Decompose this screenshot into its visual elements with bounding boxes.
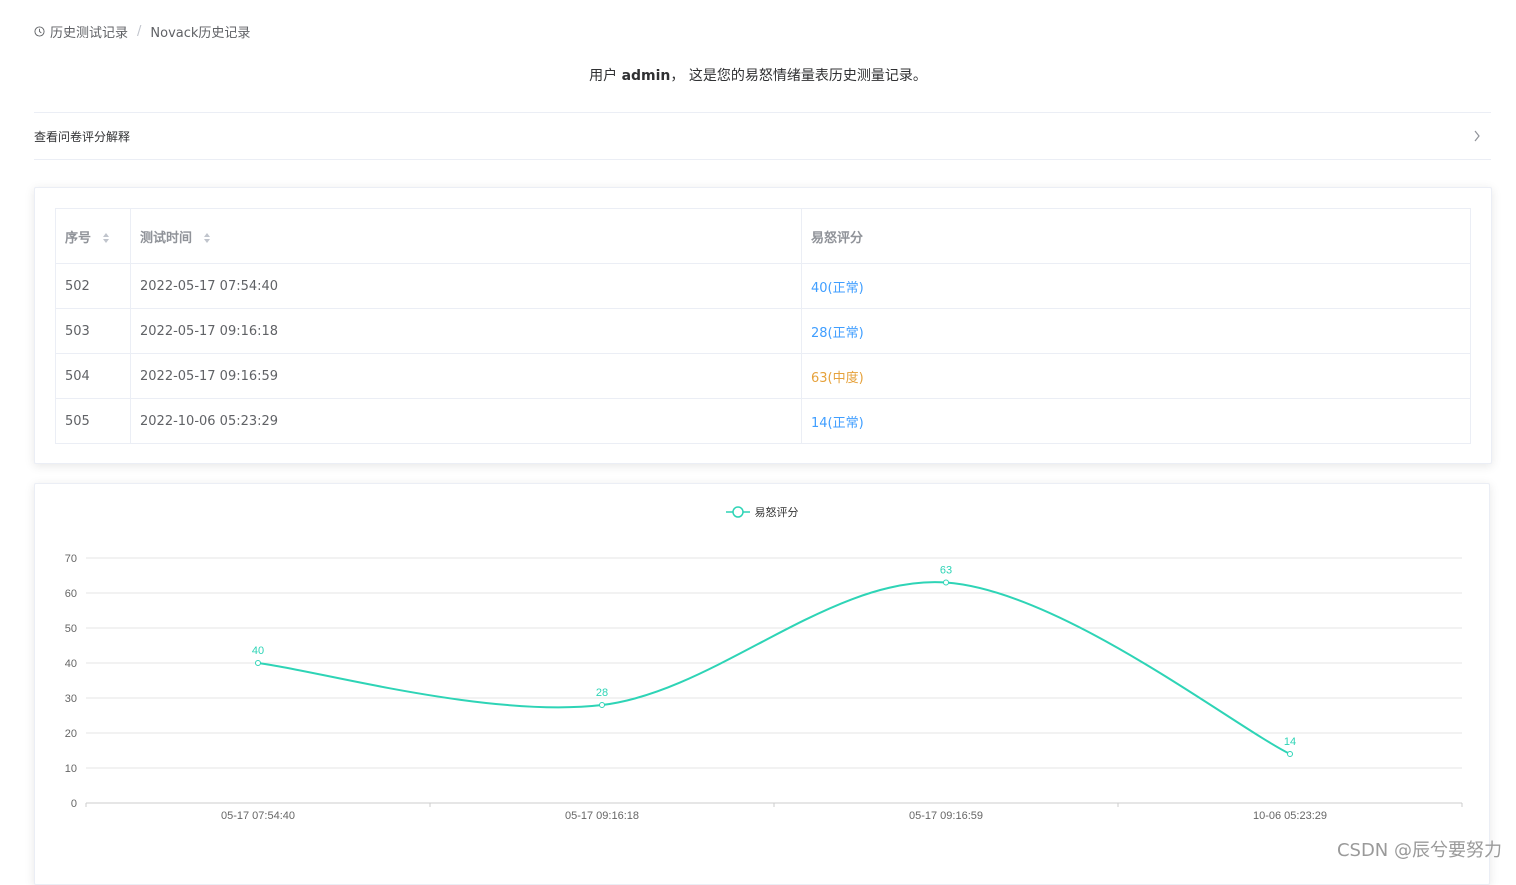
data-label: 63 xyxy=(940,565,952,577)
cell-id: 504 xyxy=(55,353,131,399)
breadcrumb-item-history[interactable]: 历史测试记录 xyxy=(50,22,128,41)
y-tick-label: 70 xyxy=(65,553,77,565)
y-tick-label: 30 xyxy=(65,693,77,705)
y-tick-label: 20 xyxy=(65,728,77,740)
series-line xyxy=(257,581,1291,755)
table-row: 505 2022-10-06 05:23:29 14(正常) xyxy=(55,398,1471,444)
watermark: CSDN @辰兮要努力 xyxy=(1336,840,1502,861)
cell-id: 502 xyxy=(55,263,131,309)
x-tick-label: 05-17 07:54:40 xyxy=(221,810,295,822)
x-tick-label: 10-06 05:23:29 xyxy=(1253,810,1327,822)
column-header-time-label: 测试时间 xyxy=(140,230,193,246)
cell-time: 2022-10-06 05:23:29 xyxy=(130,398,802,444)
intro-text: 用户 admin， 这是您的易怒情绪量表历史测量记录。 xyxy=(0,65,1516,85)
data-point xyxy=(1287,751,1293,757)
breadcrumb-separator: / xyxy=(137,23,142,39)
cell-time: 2022-05-17 07:54:40 xyxy=(130,263,802,309)
y-tick-label: 40 xyxy=(65,658,77,670)
y-tick-label: 0 xyxy=(71,798,77,810)
table-row: 503 2022-05-17 09:16:18 28(正常) xyxy=(55,308,1471,354)
breadcrumb-item-current: Novack历史记录 xyxy=(150,25,251,41)
column-header-time[interactable]: 测试时间 xyxy=(130,208,802,264)
intro-username: admin xyxy=(621,68,671,84)
column-header-id-label: 序号 xyxy=(65,230,92,246)
cell-score: 14(正常) xyxy=(801,398,1471,444)
y-tick-label: 10 xyxy=(65,763,77,775)
breadcrumb: 历史测试记录 / Novack历史记录 xyxy=(34,22,251,41)
cell-id: 505 xyxy=(55,398,131,444)
column-header-id[interactable]: 序号 xyxy=(55,208,131,264)
cell-score: 28(正常) xyxy=(801,308,1471,354)
data-label: 40 xyxy=(252,645,264,657)
x-tick-label: 05-17 09:16:18 xyxy=(565,810,639,822)
intro-prefix: 用户 xyxy=(589,68,618,84)
column-header-score: 易怒评分 xyxy=(801,208,1471,264)
data-label: 14 xyxy=(1284,736,1296,748)
cell-score: 40(正常) xyxy=(801,263,1471,309)
collapse-title: 查看问卷评分解释 xyxy=(34,129,131,144)
y-tick-label: 60 xyxy=(65,588,77,600)
cell-time: 2022-05-17 09:16:18 xyxy=(130,308,802,354)
cell-id: 503 xyxy=(55,308,131,354)
data-label: 28 xyxy=(596,687,608,699)
data-point xyxy=(943,579,949,586)
line-chart: 0 10 20 30 40 50 60 70 05-17 07:54:40 05-17 09:16… xyxy=(65,553,1463,822)
score-chart-card: 易怒评分 0 10 20 30 40 50 60 70 05-17 07:54:40 05-17 … xyxy=(34,483,1490,885)
clock-icon xyxy=(34,25,45,37)
cell-score: 63(中度) xyxy=(801,353,1471,399)
score-explanation-collapse[interactable]: 查看问卷评分解释 xyxy=(34,112,1491,160)
intro-suffix: ， 这是您的易怒情绪量表历史测量记录。 xyxy=(670,68,927,84)
cell-time: 2022-05-17 09:16:59 xyxy=(130,353,802,399)
data-point xyxy=(599,702,605,708)
history-table: 序号 测试时间 易怒评分 502 2022-05-17 07:54:40 40(… xyxy=(55,208,1471,444)
table-row: 502 2022-05-17 07:54:40 40(正常) xyxy=(55,263,1471,309)
y-tick-label: 50 xyxy=(65,623,77,635)
x-tick-label: 05-17 09:16:59 xyxy=(909,810,983,822)
sort-icon[interactable] xyxy=(203,232,211,244)
table-row: 504 2022-05-17 09:16:59 63(中度) xyxy=(55,353,1471,399)
table-header-row: 序号 测试时间 易怒评分 xyxy=(55,208,1471,264)
chevron-right-icon xyxy=(1474,130,1480,142)
data-point xyxy=(255,660,261,666)
history-table-card: 序号 测试时间 易怒评分 502 2022-05-17 07:54:40 40(… xyxy=(34,187,1492,464)
sort-icon[interactable] xyxy=(102,232,110,244)
